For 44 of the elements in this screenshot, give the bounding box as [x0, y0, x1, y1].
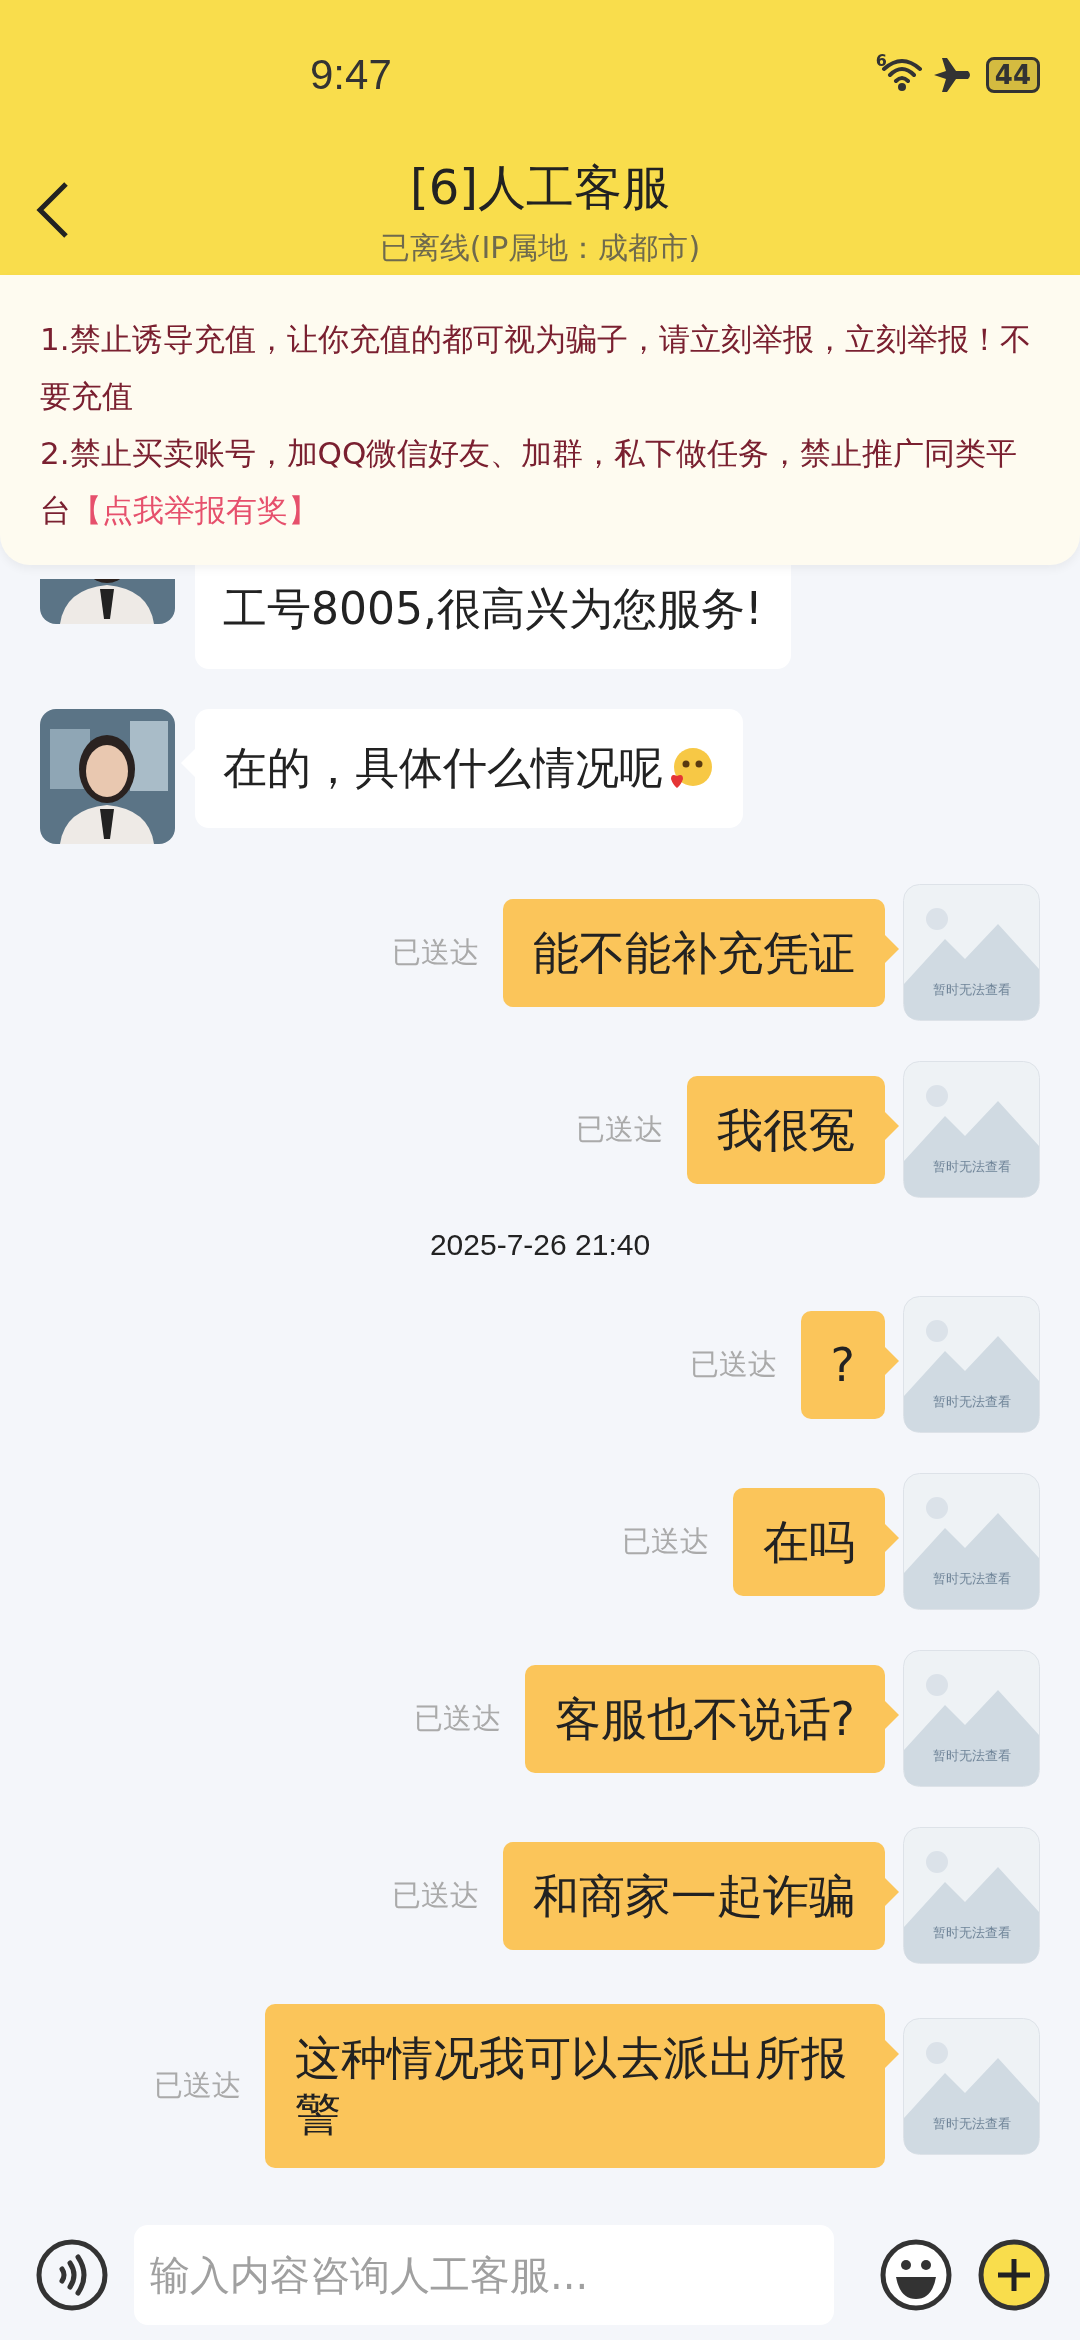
image-placeholder-icon	[903, 2017, 1040, 2155]
voice-button[interactable]	[36, 2239, 108, 2311]
image-unavailable-text: 暂时无法查看	[931, 1158, 1012, 1176]
message-text: 在的，具体什么情况呢	[223, 741, 663, 795]
delivery-status: 已送达	[576, 1110, 663, 1148]
emoji-button[interactable]	[880, 2239, 952, 2311]
image-placeholder-icon	[903, 1296, 1040, 1433]
image-placeholder-icon	[903, 1650, 1040, 1787]
report-link[interactable]: 【点我举报有奖】	[71, 492, 319, 528]
image-unavailable-text: 暂时无法查看	[931, 1924, 1012, 1942]
message-input[interactable]: 输入内容咨询人工客服...	[134, 2225, 834, 2325]
image-placeholder-icon	[903, 1827, 1040, 1964]
delivery-status: 已送达	[392, 1876, 479, 1914]
image-placeholder-icon	[903, 1473, 1040, 1610]
message-text: 工号8005,很高兴为您服务!	[223, 582, 763, 636]
message-text: ?	[830, 1337, 855, 1392]
image-unavailable-text: 暂时无法查看	[931, 1747, 1012, 1765]
message-text: 我很冤	[717, 1102, 855, 1157]
image-placeholder-icon	[903, 1061, 1040, 1198]
add-button[interactable]	[978, 2239, 1050, 2311]
message-text: 客服也不说话?	[554, 1691, 855, 1746]
image-unavailable-text: 暂时无法查看	[931, 1570, 1012, 1588]
message-text: 在吗	[763, 1514, 855, 1569]
image-unavailable-text: 暂时无法查看	[931, 981, 1012, 999]
image-unavailable-text: 暂时无法查看	[931, 2114, 1012, 2133]
clock-time: 9:47	[310, 51, 392, 99]
message-text: 这种情况我可以去派出所报警	[295, 2031, 847, 2141]
network-type-label: 6	[875, 51, 887, 70]
image-unavailable-text: 暂时无法查看	[931, 1393, 1012, 1411]
delivery-status: 已送达	[413, 1699, 501, 1737]
battery-level: 44	[985, 57, 1040, 93]
message-text: 能不能补充凭证	[533, 925, 855, 980]
image-placeholder-icon	[903, 884, 1040, 1021]
delivery-status: 已送达	[622, 1522, 709, 1560]
timestamp: 2025-7-26 21:40	[429, 1228, 651, 1262]
chat-subtitle: 已离线(IP属地：成都市)	[379, 229, 701, 267]
delivery-status: 已送达	[689, 1345, 777, 1383]
notice-text: 2.禁止买卖账号，加QQ微信好友、加群，私下做任务，禁止推广同类平台【点我举报有奖】	[40, 434, 1019, 530]
back-icon[interactable]	[34, 180, 70, 240]
message-text: 和商家一起诈骗	[533, 1868, 855, 1923]
chat-title: [6]人工客服	[410, 158, 670, 217]
delivery-status: 已送达	[392, 933, 479, 971]
delivery-status: 已送达	[154, 2067, 241, 2104]
notice-text: 1.禁止诱导充值，让你充值的都可视为骗子，请立刻举报，立刻举报！不要充值	[40, 320, 1032, 416]
